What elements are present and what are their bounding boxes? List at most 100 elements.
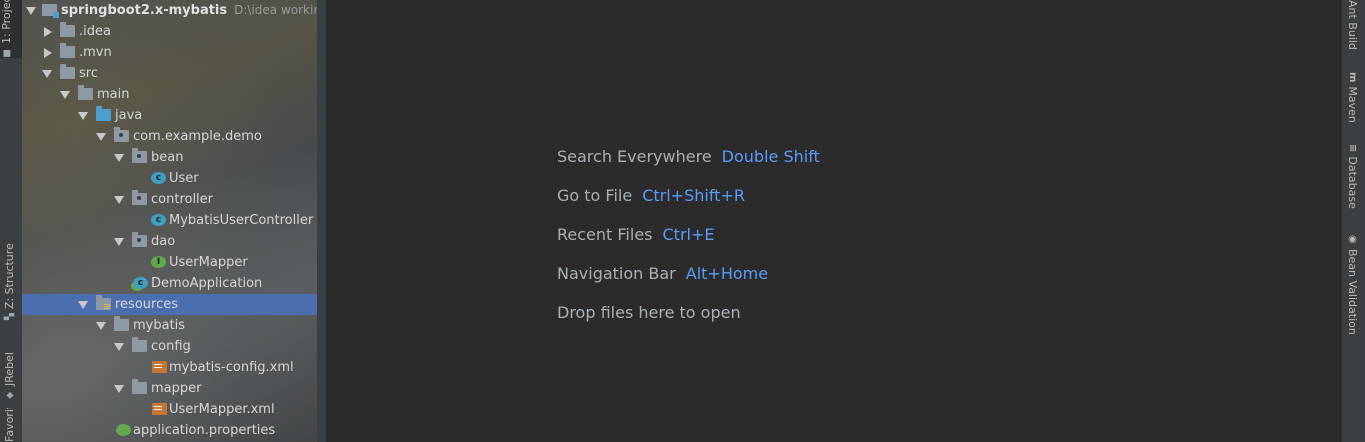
chevron-down-icon[interactable] bbox=[114, 196, 124, 204]
tab-structure-label: Z: Structure bbox=[3, 243, 16, 310]
project-root-name: springboot2.x-mybatis bbox=[61, 3, 228, 18]
maven-icon: m bbox=[1347, 72, 1358, 83]
tab-structure[interactable]: ▚ Z: Structure bbox=[3, 240, 16, 320]
hint-text: Drop files here to open bbox=[557, 303, 741, 322]
tree-row-java[interactable]: java bbox=[22, 105, 326, 126]
tree-row-config[interactable]: config bbox=[22, 336, 326, 357]
chevron-down-icon[interactable] bbox=[96, 133, 106, 141]
hint-shortcut: Double Shift bbox=[721, 147, 820, 166]
hint-go-to-file: Go to File Ctrl+Shift+R bbox=[557, 186, 745, 205]
tree-label: mybatis bbox=[133, 318, 186, 333]
tree-row-main[interactable]: main bbox=[22, 84, 326, 105]
folder-icon bbox=[114, 316, 129, 331]
chevron-down-icon[interactable] bbox=[78, 112, 88, 120]
tree-row-root[interactable]: springboot2.x-mybatis D:\idea working\spr… bbox=[22, 0, 326, 21]
tree-label: main bbox=[97, 87, 130, 102]
package-icon bbox=[132, 232, 147, 247]
chevron-down-icon[interactable] bbox=[114, 343, 124, 351]
tree-label: dao bbox=[151, 234, 176, 249]
spring-app-class-icon: c bbox=[133, 277, 148, 289]
hint-text: Search Everywhere bbox=[557, 147, 712, 166]
tab-maven[interactable]: m Maven bbox=[1346, 72, 1359, 123]
hint-search-everywhere: Search Everywhere Double Shift bbox=[557, 147, 820, 166]
tree-label: .idea bbox=[79, 24, 111, 39]
chevron-down-icon[interactable] bbox=[114, 385, 124, 393]
tree-row-user[interactable]: c User bbox=[22, 168, 326, 189]
project-tree[interactable]: springboot2.x-mybatis D:\idea working\spr… bbox=[22, 0, 326, 441]
folder-icon bbox=[78, 85, 93, 100]
hint-recent-files: Recent Files Ctrl+E bbox=[557, 225, 714, 244]
panel-splitter[interactable] bbox=[317, 0, 327, 442]
tab-project[interactable]: ■ 1: Project bbox=[0, 0, 22, 58]
tree-label: src bbox=[79, 66, 98, 81]
chevron-down-icon[interactable] bbox=[96, 322, 106, 330]
tree-label: .mvn bbox=[79, 45, 112, 60]
tab-bean-validation-label: Bean Validation bbox=[1346, 249, 1359, 335]
chevron-right-icon[interactable] bbox=[44, 27, 52, 37]
folder-icon bbox=[60, 22, 75, 37]
tree-row-controller[interactable]: controller bbox=[22, 189, 326, 210]
package-icon bbox=[132, 148, 147, 163]
tree-label: bean bbox=[151, 150, 184, 165]
tree-row-resources[interactable]: resources bbox=[22, 294, 326, 315]
database-icon: ≡ bbox=[1347, 144, 1358, 153]
tree-label: mybatis-config.xml bbox=[169, 360, 294, 375]
tree-row-bean[interactable]: bean bbox=[22, 147, 326, 168]
project-panel: springboot2.x-mybatis D:\idea working\spr… bbox=[22, 0, 326, 442]
tree-row-mvn[interactable]: .mvn bbox=[22, 42, 326, 63]
tree-label: UserMapper bbox=[169, 255, 248, 270]
tree-row-mybatis-config[interactable]: mybatis-config.xml bbox=[22, 357, 326, 378]
tree-row-mybatis[interactable]: mybatis bbox=[22, 315, 326, 336]
folder-icon bbox=[132, 379, 147, 394]
interface-icon: I bbox=[151, 256, 166, 268]
right-tool-stripe: Ant Build m Maven ≡ Database ◉ Bean Validat… bbox=[1341, 0, 1365, 442]
editor-empty-state: Search Everywhere Double Shift Go to File… bbox=[327, 0, 1342, 442]
tree-row-dao[interactable]: dao bbox=[22, 231, 326, 252]
tab-jrebel-label: JRebel bbox=[3, 352, 16, 386]
project-root-path: D:\idea working\springboot2.x-mybatis bbox=[234, 3, 326, 17]
tree-row-idea[interactable]: .idea bbox=[22, 21, 326, 42]
hint-text: Go to File bbox=[557, 186, 633, 205]
tree-row-src[interactable]: src bbox=[22, 63, 326, 84]
folder-icon: ■ bbox=[2, 48, 12, 58]
tab-favorites[interactable]: Favorites bbox=[3, 408, 16, 442]
class-icon: c bbox=[151, 214, 166, 226]
chevron-down-icon[interactable] bbox=[42, 70, 52, 78]
tree-row-package[interactable]: com.example.demo bbox=[22, 126, 326, 147]
resources-folder-icon bbox=[96, 295, 111, 310]
tab-database[interactable]: ≡ Database bbox=[1346, 144, 1359, 209]
tree-row-usermapper-xml[interactable]: UserMapper.xml bbox=[22, 399, 326, 420]
hint-shortcut: Ctrl+E bbox=[662, 225, 715, 244]
tree-row-controller-class[interactable]: c MybatisUserController bbox=[22, 210, 326, 231]
chevron-down-icon[interactable] bbox=[114, 154, 124, 162]
tree-label: UserMapper.xml bbox=[169, 402, 275, 417]
chevron-down-icon[interactable] bbox=[78, 301, 88, 309]
spring-properties-icon bbox=[116, 424, 131, 436]
tab-bean-validation[interactable]: ◉ Bean Validation bbox=[1346, 234, 1359, 335]
hint-shortcut: Alt+Home bbox=[685, 264, 769, 283]
tree-row-usermapper[interactable]: I UserMapper bbox=[22, 252, 326, 273]
hint-text: Navigation Bar bbox=[557, 264, 676, 283]
tree-row-mapper[interactable]: mapper bbox=[22, 378, 326, 399]
tab-project-label: 1: Project bbox=[0, 0, 13, 44]
tree-label: com.example.demo bbox=[133, 129, 262, 144]
xml-file-icon bbox=[152, 361, 167, 373]
left-tool-stripe: ■ 1: Project ▚ Z: Structure ◆ JRebel Favori… bbox=[0, 0, 23, 442]
tree-label: User bbox=[169, 171, 199, 186]
tree-label: mapper bbox=[151, 381, 202, 396]
tab-database-label: Database bbox=[1346, 156, 1359, 209]
chevron-down-icon[interactable] bbox=[60, 91, 70, 99]
tab-ant-build-label: Ant Build bbox=[1346, 0, 1359, 50]
chevron-down-icon[interactable] bbox=[26, 7, 36, 15]
tree-row-demoapplication[interactable]: c DemoApplication bbox=[22, 273, 326, 294]
hint-shortcut: Ctrl+Shift+R bbox=[642, 186, 745, 205]
tree-label: java bbox=[115, 108, 143, 123]
tree-label: application.properties bbox=[133, 423, 276, 438]
bean-validation-icon: ◉ bbox=[1347, 234, 1358, 245]
tree-row-application-properties[interactable]: application.properties bbox=[22, 420, 326, 441]
folder-icon bbox=[60, 64, 75, 79]
tab-ant-build[interactable]: Ant Build bbox=[1346, 0, 1359, 50]
chevron-right-icon[interactable] bbox=[44, 48, 52, 58]
tab-jrebel[interactable]: ◆ JRebel bbox=[3, 340, 16, 400]
chevron-down-icon[interactable] bbox=[114, 238, 124, 246]
